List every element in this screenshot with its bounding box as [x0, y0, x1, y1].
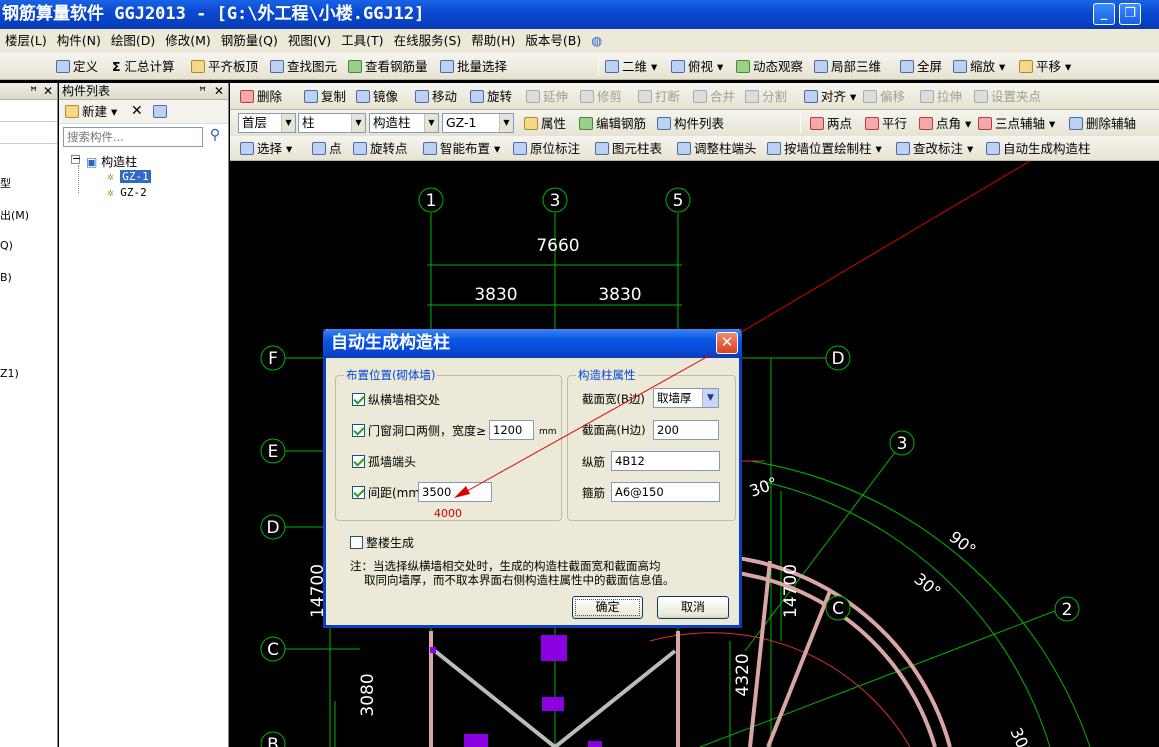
- annotation-arrow: [454, 353, 713, 498]
